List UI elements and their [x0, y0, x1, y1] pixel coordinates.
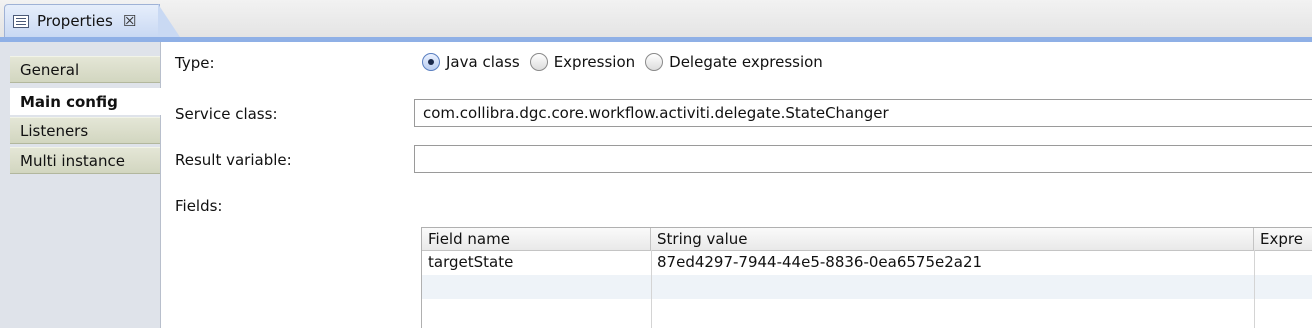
- result-variable-field[interactable]: [414, 145, 1312, 173]
- sidebar: General Main config Listeners Multi inst…: [10, 42, 161, 328]
- tab-accent-bar: [0, 37, 1312, 42]
- sidebar-item-label: General: [20, 60, 80, 79]
- radio-label: Java class: [446, 53, 520, 71]
- result-variable-label: Result variable:: [175, 151, 292, 169]
- radio-checked-icon[interactable]: [422, 53, 440, 71]
- close-icon[interactable]: ☒: [123, 12, 136, 30]
- fields-label: Fields:: [175, 197, 223, 215]
- column-divider: [651, 250, 652, 328]
- table-row-empty[interactable]: [422, 275, 1312, 299]
- tab-bar: Properties ☒: [0, 0, 1312, 37]
- radio-label: Delegate expression: [669, 53, 823, 71]
- radio-java-class[interactable]: Java class: [422, 53, 520, 71]
- radio-delegate-expression[interactable]: Delegate expression: [645, 53, 823, 71]
- radio-unchecked-icon[interactable]: [645, 53, 664, 71]
- sidebar-item-label: Main config: [20, 92, 118, 111]
- table-header: Field name String value Expre: [422, 228, 1312, 251]
- tab-edge: [158, 4, 180, 37]
- sidebar-item-multi-instance[interactable]: Multi instance: [10, 147, 160, 174]
- properties-icon: [13, 14, 29, 28]
- column-divider: [1254, 250, 1255, 328]
- table-cell-string-value[interactable]: 87ed4297-7944-44e5-8836-0ea6575e2a21: [651, 251, 1254, 275]
- radio-unchecked-icon[interactable]: [529, 53, 548, 71]
- radio-label: Expression: [553, 53, 636, 71]
- sidebar-item-main-config[interactable]: Main config: [10, 88, 161, 115]
- properties-tab[interactable]: Properties ☒: [4, 4, 160, 37]
- radio-expression[interactable]: Expression: [529, 53, 636, 71]
- sidebar-item-general[interactable]: General: [10, 56, 160, 83]
- service-class-field[interactable]: [414, 99, 1312, 127]
- service-class-label: Service class:: [175, 105, 278, 123]
- tab-title: Properties: [37, 12, 113, 30]
- sidebar-margin: [0, 42, 10, 328]
- table-cell-field-name[interactable]: targetState: [422, 251, 651, 275]
- column-header-expression[interactable]: Expre: [1254, 228, 1312, 250]
- table-cell-expression[interactable]: [1254, 251, 1312, 275]
- column-header-field-name[interactable]: Field name: [422, 228, 651, 250]
- sidebar-item-label: Multi instance: [20, 151, 125, 170]
- table-row[interactable]: targetState 87ed4297-7944-44e5-8836-0ea6…: [422, 251, 1312, 275]
- sidebar-item-label: Listeners: [20, 121, 89, 140]
- type-radio-group: Java class Expression Delegate expressio…: [422, 53, 833, 71]
- type-label: Type:: [175, 54, 215, 72]
- table-row-empty[interactable]: [422, 299, 1312, 323]
- sidebar-item-listeners[interactable]: Listeners: [10, 117, 160, 144]
- column-header-string-value[interactable]: String value: [651, 228, 1254, 250]
- fields-table[interactable]: Field name String value Expre targetStat…: [421, 227, 1312, 328]
